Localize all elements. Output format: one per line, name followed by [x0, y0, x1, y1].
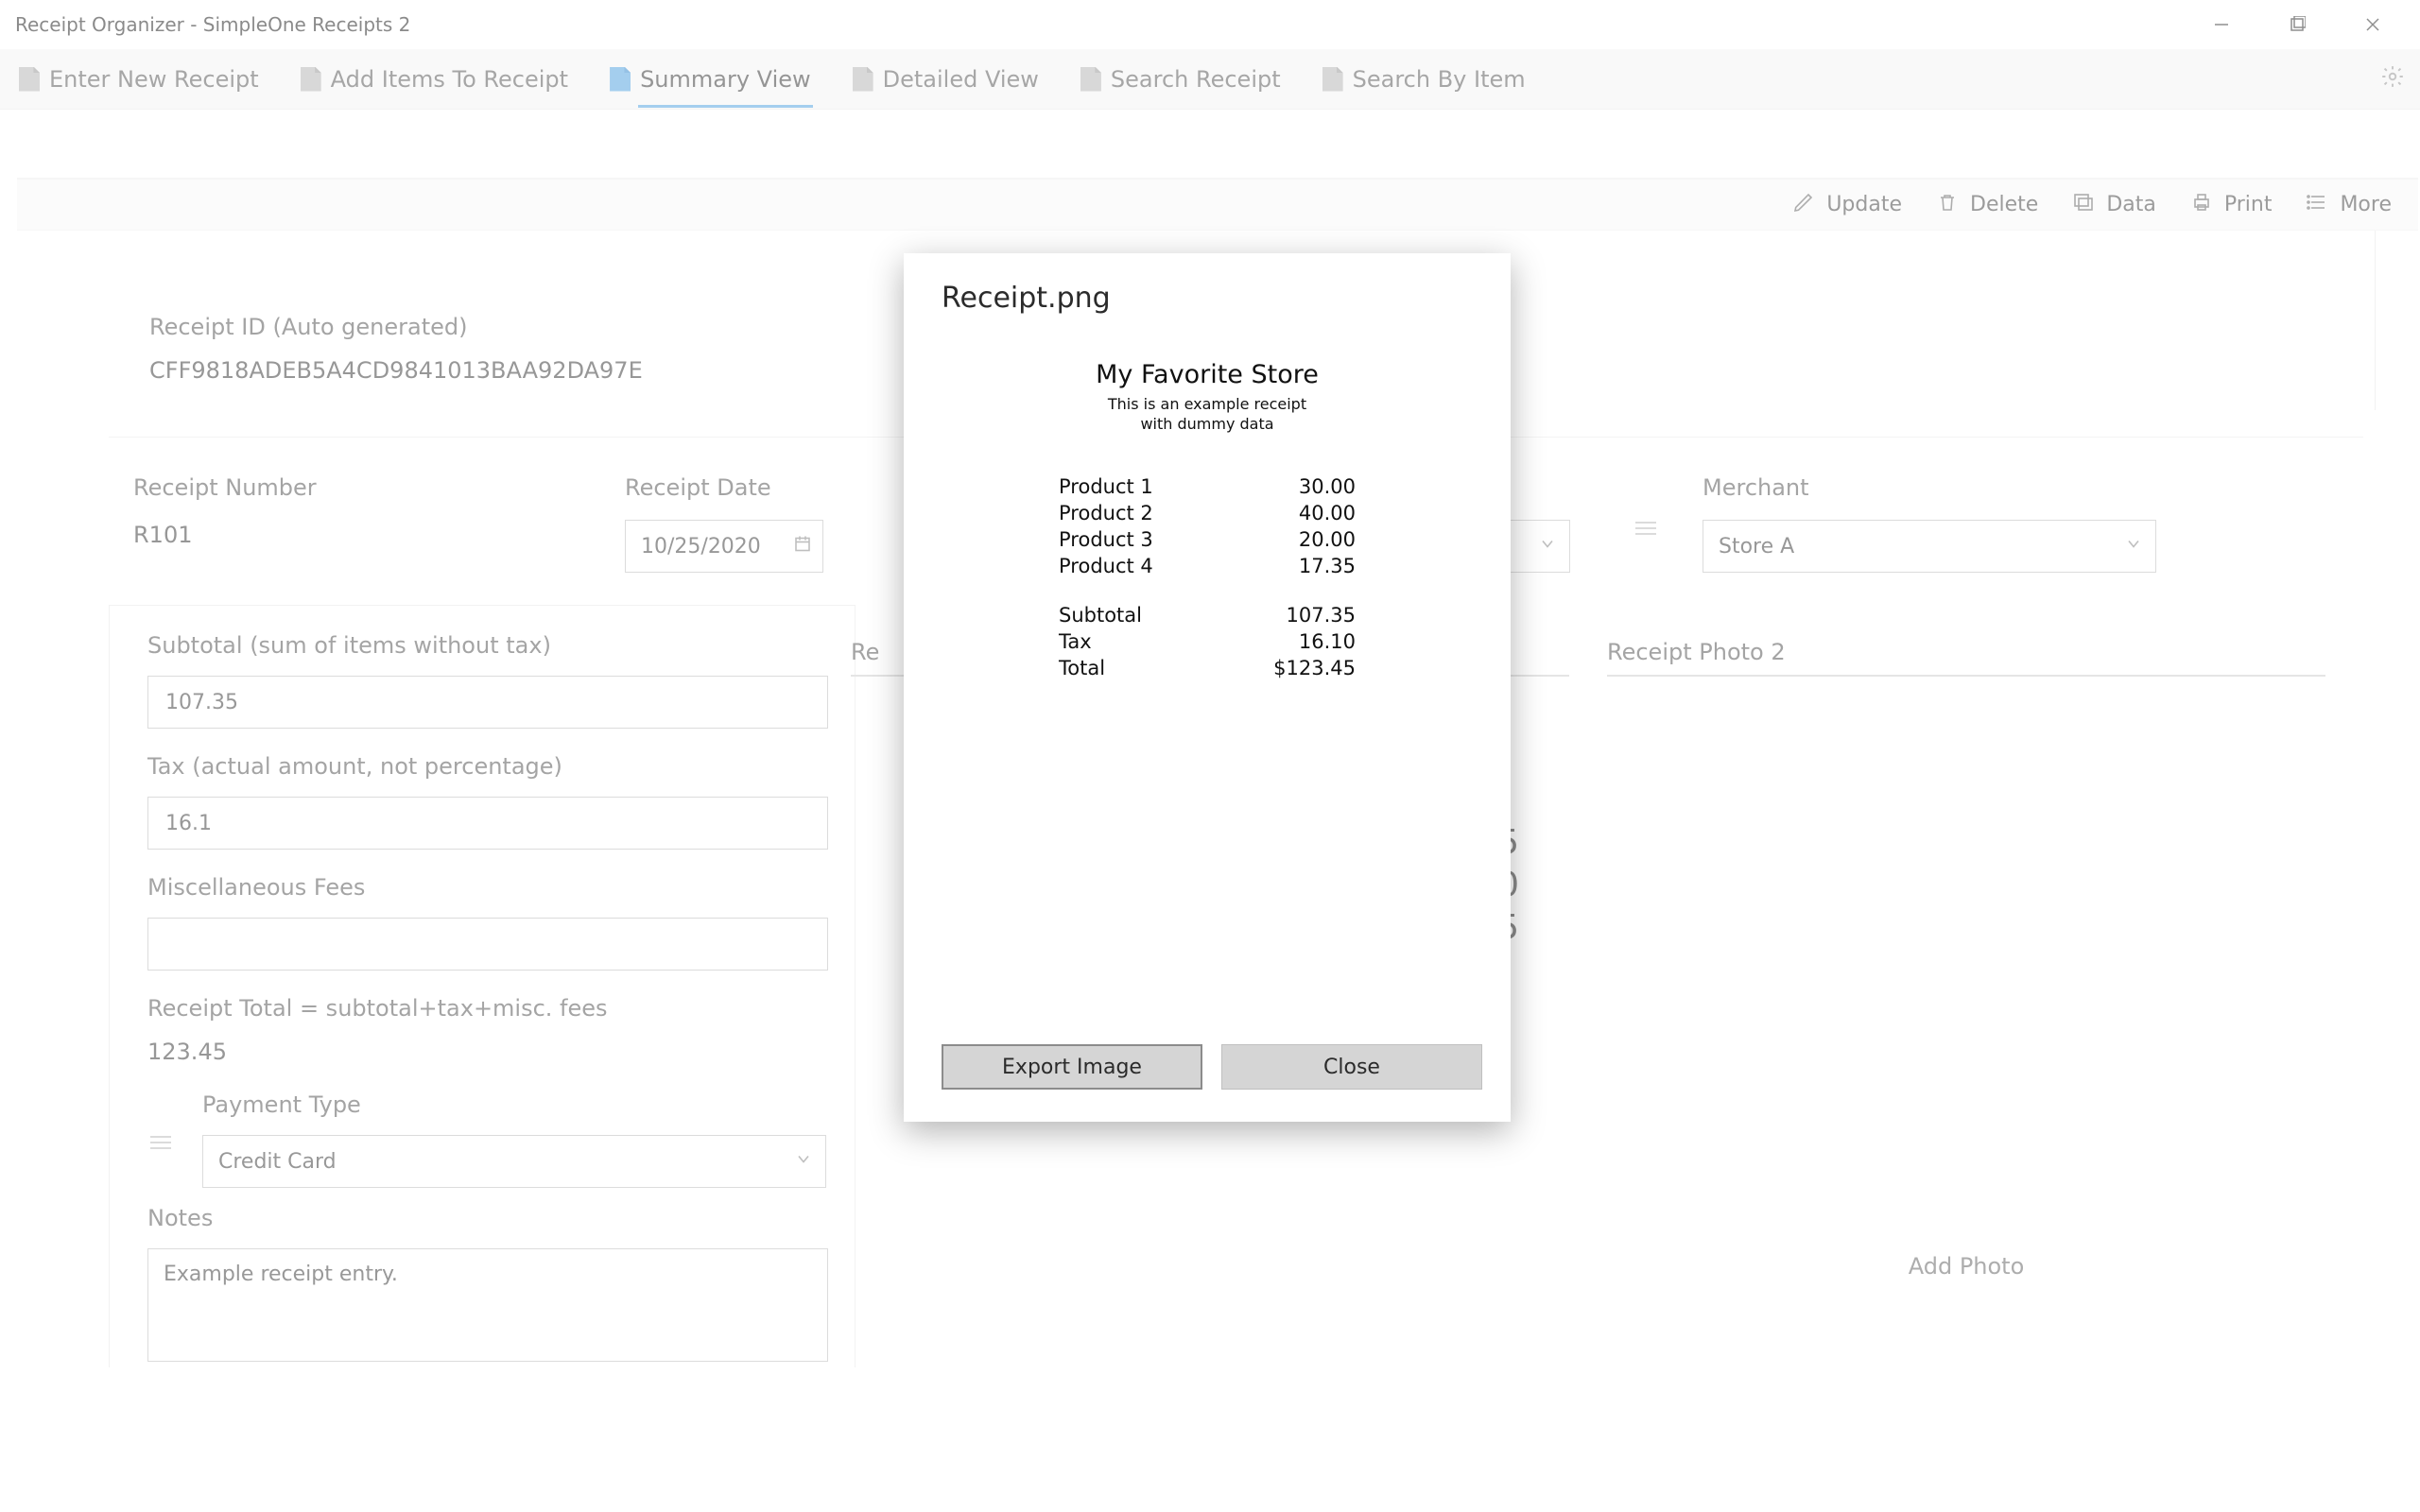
receipt-number-label: Receipt Number	[133, 474, 625, 501]
close-button[interactable]: Close	[1221, 1044, 1482, 1090]
receipt-desc1: This is an example receipt	[1056, 395, 1358, 415]
chevron-down-icon	[795, 1150, 812, 1174]
receipt-item-row: Product 417.35	[1058, 554, 1357, 578]
receipt-id-label: Receipt ID (Auto generated)	[149, 314, 643, 340]
notes-value: Example receipt entry.	[164, 1263, 398, 1286]
tab-label: Search Receipt	[1111, 66, 1281, 93]
merchant-label: Merchant	[1703, 474, 2194, 501]
toolbar-label: Print	[2224, 193, 2273, 216]
receipt-item-row: Product 130.00	[1058, 474, 1357, 499]
receipt-number-value: R101	[133, 522, 625, 548]
notes-label: Notes	[147, 1205, 828, 1231]
titlebar: Receipt Organizer - SimpleOne Receipts 2	[0, 0, 2420, 49]
receipt-date-value[interactable]	[641, 535, 773, 558]
tab-detailed-view[interactable]: Detailed View	[849, 60, 1043, 98]
toolbar-label: Update	[1826, 193, 1902, 216]
window-close-button[interactable]	[2335, 0, 2411, 49]
drag-handle-icon[interactable]	[142, 1136, 180, 1149]
document-icon	[301, 67, 321, 92]
misc-label: Miscellaneous Fees	[147, 874, 828, 901]
record-toolbar: Update Delete Data Print More	[17, 178, 2418, 231]
calendar-icon[interactable]	[794, 535, 811, 558]
notes-input[interactable]: Example receipt entry.	[147, 1248, 828, 1362]
tab-label: Add Items To Receipt	[331, 66, 568, 93]
document-icon	[1080, 67, 1101, 92]
window-title: Receipt Organizer - SimpleOne Receipts 2	[9, 13, 410, 36]
toolbar-label: More	[2340, 193, 2392, 216]
more-button[interactable]: More	[2306, 191, 2392, 219]
tab-label: Search By Item	[1353, 66, 1526, 93]
stack-icon	[2072, 191, 2095, 219]
misc-input[interactable]	[147, 918, 828, 971]
ribbon: Enter New Receipt Add Items To Receipt S…	[0, 49, 2420, 110]
print-button[interactable]: Print	[2190, 191, 2273, 219]
trash-icon	[1936, 191, 1959, 219]
tax-input[interactable]	[147, 797, 828, 850]
tax-label: Tax (actual amount, not percentage)	[147, 753, 828, 780]
tab-search-receipt[interactable]: Search Receipt	[1077, 60, 1285, 98]
tab-enter-new-receipt[interactable]: Enter New Receipt	[15, 60, 263, 98]
tab-label: Summary View	[640, 66, 811, 93]
export-image-button[interactable]: Export Image	[942, 1044, 1202, 1090]
pencil-icon	[1792, 191, 1815, 219]
receipt-store: My Favorite Store	[1056, 360, 1358, 389]
receipt-id-value: CFF9818ADEB5A4CD9841013BAA92DA97E	[149, 357, 643, 384]
window-maximize-button[interactable]	[2259, 0, 2335, 49]
subtotal-input[interactable]	[147, 676, 828, 729]
toolbar-label: Delete	[1970, 193, 2038, 216]
chevron-down-icon	[2125, 535, 2142, 558]
document-icon	[853, 67, 873, 92]
merchant-select[interactable]: Store A	[1703, 520, 2156, 573]
tab-label: Enter New Receipt	[49, 66, 259, 93]
document-icon	[610, 67, 631, 92]
tax-value[interactable]	[164, 811, 812, 836]
payment-type-select[interactable]: Credit Card	[202, 1135, 826, 1188]
tab-search-by-item[interactable]: Search By Item	[1319, 60, 1530, 98]
totals-section: Subtotal (sum of items without tax) Tax …	[109, 605, 856, 1367]
subtotal-label: Subtotal (sum of items without tax)	[147, 632, 828, 659]
window-minimize-button[interactable]	[2184, 0, 2259, 49]
update-button[interactable]: Update	[1792, 191, 1902, 219]
document-icon	[19, 67, 40, 92]
tab-summary-view[interactable]: Summary View	[606, 60, 815, 98]
receipt-image-preview: My Favorite Store This is an example rec…	[1056, 360, 1358, 682]
payment-type-label: Payment Type	[202, 1091, 828, 1118]
tab-add-items[interactable]: Add Items To Receipt	[297, 60, 572, 98]
toolbar-label: Data	[2106, 193, 2156, 216]
total-value: 123.45	[147, 1039, 828, 1065]
data-button[interactable]: Data	[2072, 191, 2156, 219]
receipt-item-row: Product 320.00	[1058, 527, 1357, 552]
tab-label: Detailed View	[883, 66, 1039, 93]
receipt-photo-2-label: Receipt Photo 2	[1607, 639, 2325, 665]
subtotal-value[interactable]	[164, 690, 812, 715]
printer-icon	[2190, 191, 2213, 219]
add-photo-button[interactable]: Add Photo	[1607, 1253, 2325, 1280]
receipt-image-modal: Receipt.png My Favorite Store This is an…	[904, 253, 1511, 1122]
merchant-value: Store A	[1719, 535, 1794, 558]
receipt-date-input[interactable]	[625, 520, 823, 573]
misc-value[interactable]	[164, 932, 812, 957]
drag-handle-icon[interactable]	[1627, 522, 1665, 535]
modal-title: Receipt.png	[904, 253, 1511, 326]
receipt-desc2: with dummy data	[1056, 415, 1358, 435]
delete-button[interactable]: Delete	[1936, 191, 2038, 219]
chevron-down-icon	[1539, 535, 1556, 558]
gear-icon[interactable]	[2380, 64, 2405, 94]
payment-type-value: Credit Card	[218, 1150, 337, 1174]
receipt-item-row: Product 240.00	[1058, 501, 1357, 525]
list-icon	[2306, 191, 2328, 219]
receipt-photo-2-panel: Receipt Photo 2 Add Photo	[1607, 639, 2325, 1280]
document-icon	[1322, 67, 1343, 92]
total-label: Receipt Total = subtotal+tax+misc. fees	[147, 995, 828, 1022]
